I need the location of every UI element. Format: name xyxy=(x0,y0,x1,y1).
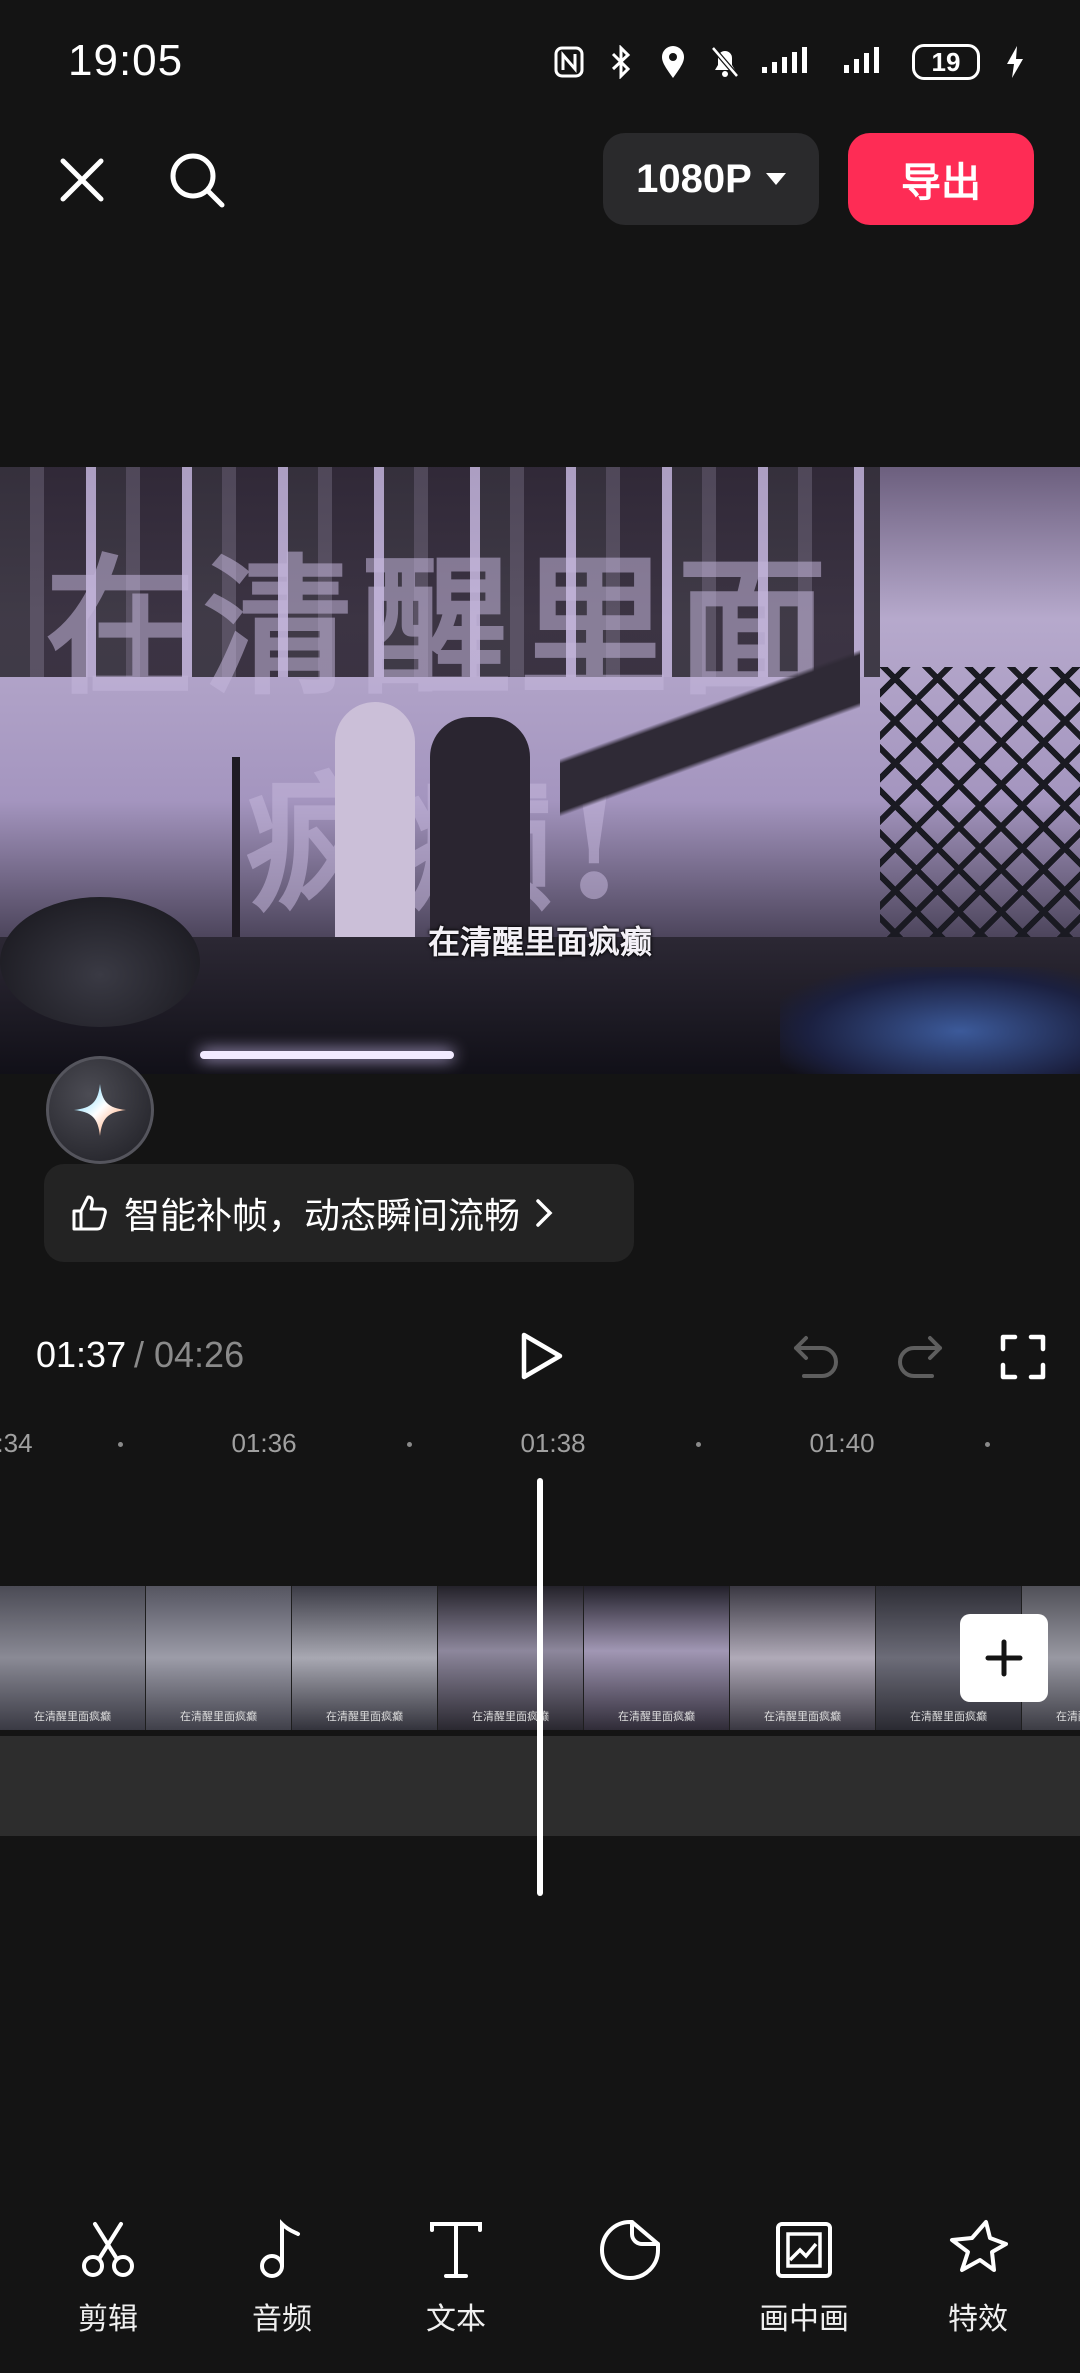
scissors-icon xyxy=(82,2222,134,2277)
tick-label: 01:40 xyxy=(809,1428,875,1458)
tool-audio[interactable]: 音频 xyxy=(217,2218,347,2338)
smart-tip-text: 智能补帧，动态瞬间流畅 xyxy=(124,1195,521,1236)
clip-thumbnail: 在清醒里面疯癫 xyxy=(438,1586,584,1730)
bluetooth-icon xyxy=(604,45,638,79)
resolution-label: 1080P xyxy=(636,156,752,201)
clip-thumbnail: 在清醒里面疯癫 xyxy=(292,1586,438,1730)
thumb-caption: 在清醒里面疯癫 xyxy=(326,1711,403,1723)
music-note-icon xyxy=(260,2219,300,2278)
clip-thumbnail: 在清醒里面疯癫 xyxy=(730,1586,876,1730)
caret-down-icon xyxy=(765,173,786,185)
text-icon xyxy=(430,2222,482,2278)
fullscreen-icon xyxy=(1000,1334,1046,1380)
tick-dot xyxy=(985,1442,990,1447)
current-time: 01:37 xyxy=(36,1334,127,1375)
bottom-toolbar: 剪辑 音频 文本 画中画 特效 xyxy=(0,2218,1080,2348)
sticker-icon xyxy=(600,2220,660,2280)
search-icon xyxy=(170,153,225,208)
clip-thumbnail: 在清醒里面疯癫 xyxy=(584,1586,730,1730)
tool-label: 剪辑 xyxy=(78,2303,138,2336)
tick-dot xyxy=(118,1442,123,1447)
bell-off-icon xyxy=(708,45,742,79)
clip-thumbnail: 在清醒里面疯癫 xyxy=(0,1586,146,1730)
plus-icon xyxy=(985,1639,1023,1677)
nfc-icon xyxy=(552,45,586,79)
add-clip-button[interactable] xyxy=(960,1614,1048,1702)
tool-label: 音频 xyxy=(252,2303,312,2336)
clip-thumbnail: 在清醒里面疯癫 xyxy=(146,1586,292,1730)
preview-light-streak xyxy=(200,1051,454,1059)
thumb-caption: 在清醒里面疯癫 xyxy=(472,1711,549,1723)
tick-dot xyxy=(696,1442,701,1447)
redo-icon xyxy=(898,1336,942,1378)
play-icon xyxy=(521,1332,563,1380)
export-button[interactable]: 导出 xyxy=(848,133,1034,225)
undo-icon xyxy=(794,1336,838,1378)
thumb-caption: 在清醒里面疯癫 xyxy=(180,1711,257,1723)
search-button[interactable] xyxy=(162,145,232,215)
thumbs-up-icon xyxy=(72,1195,107,1231)
charging-icon xyxy=(998,45,1032,79)
thumb-caption: 在清醒里面疯癫 xyxy=(34,1711,111,1723)
chevron-right-icon xyxy=(536,1199,553,1227)
thumb-caption: 在清醒里面疯癫 xyxy=(618,1711,695,1723)
picture-in-picture-icon xyxy=(776,2222,832,2278)
total-duration: / 04:26 xyxy=(134,1334,245,1375)
ai-assistant-button[interactable] xyxy=(46,1056,154,1164)
location-icon xyxy=(656,45,690,79)
thumb-caption: 在清醒里面疯癫 xyxy=(910,1711,987,1723)
tool-text[interactable]: 文本 xyxy=(391,2218,521,2338)
playhead[interactable] xyxy=(537,1478,543,1896)
video-subtitle: 在清醒里面疯癫 xyxy=(427,924,652,960)
battery-icon: 19 xyxy=(912,44,980,80)
status-icons: 19 xyxy=(552,38,1032,86)
close-button[interactable] xyxy=(52,150,112,210)
tick-dot xyxy=(407,1442,412,1447)
silhouette-figure xyxy=(560,547,860,967)
tick-label: 01:38 xyxy=(520,1428,586,1458)
thumb-caption: 在清醒里面疯癫 xyxy=(764,1711,841,1723)
time-ruler[interactable]: 01:34 01:36 01:38 01:40 xyxy=(0,1412,1080,1480)
smart-frame-tip[interactable]: 智能补帧，动态瞬间流畅 xyxy=(44,1164,634,1262)
tool-label: 文本 xyxy=(426,2303,486,2336)
tick-label: 01:34 xyxy=(0,1428,33,1458)
resolution-dropdown[interactable]: 1080P xyxy=(603,133,819,225)
tool-sticker[interactable] xyxy=(565,2218,695,2294)
sparkle-icon xyxy=(74,1084,126,1136)
tool-label: 特效 xyxy=(948,2303,1008,2336)
redo-button[interactable] xyxy=(892,1330,946,1384)
tick-label: 01:36 xyxy=(231,1428,297,1458)
signal-icon xyxy=(842,45,894,80)
tool-edit[interactable]: 剪辑 xyxy=(43,2218,173,2338)
stage-light xyxy=(780,967,1080,1074)
status-time: 19:05 xyxy=(68,36,184,85)
thumb-caption: 在清醒里面疯癫 xyxy=(1056,1711,1080,1723)
close-icon xyxy=(60,158,104,202)
tool-label: 画中画 xyxy=(759,2303,849,2336)
effects-star-icon xyxy=(950,2220,1008,2272)
signal-icon xyxy=(760,45,824,80)
fullscreen-button[interactable] xyxy=(996,1330,1050,1384)
undo-button[interactable] xyxy=(790,1330,844,1384)
tool-picture-in-picture[interactable]: 画中画 xyxy=(739,2218,869,2338)
play-button[interactable] xyxy=(512,1326,572,1386)
tool-effects[interactable]: 特效 xyxy=(913,2218,1043,2338)
video-preview[interactable]: 在清醒里面疯癫! 在清醒里面疯癫 xyxy=(0,467,1080,1074)
